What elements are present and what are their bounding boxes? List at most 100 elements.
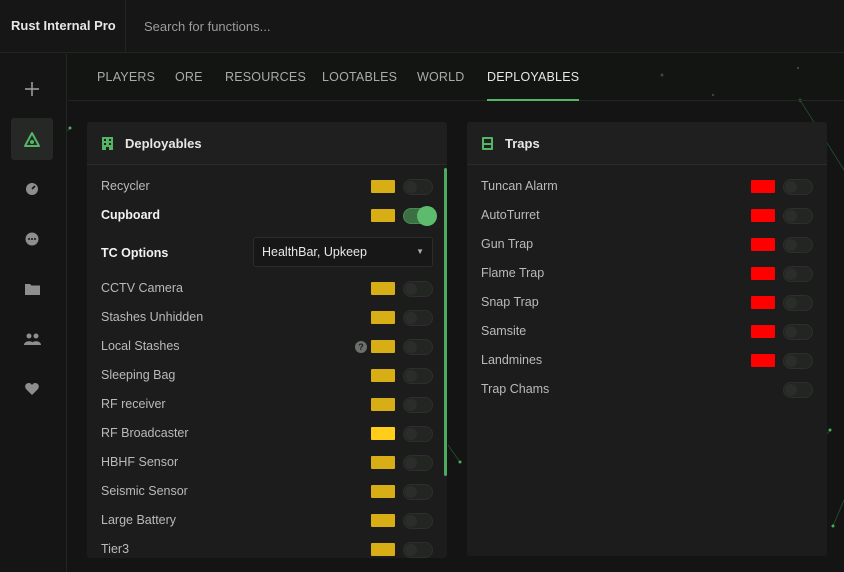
toggle-switch[interactable]	[403, 426, 433, 442]
option-label: RF Broadcaster	[101, 426, 189, 440]
tab-ore[interactable]: ORE	[175, 54, 203, 101]
toggle-knob	[785, 326, 797, 338]
toggle-switch[interactable]	[783, 324, 813, 340]
color-swatch[interactable]	[371, 456, 395, 469]
toggle-switch[interactable]	[783, 295, 813, 311]
sidebar-item-misc[interactable]	[11, 168, 53, 210]
option-label: Recycler	[101, 179, 150, 193]
toggle-switch[interactable]	[783, 208, 813, 224]
tab-lootables[interactable]: LOOTABLES	[322, 54, 397, 101]
sidebar-item-favorites[interactable]	[11, 368, 53, 410]
toggle-knob	[405, 544, 417, 556]
color-swatch[interactable]	[371, 180, 395, 193]
sidebar-item-configs[interactable]	[11, 268, 53, 310]
option-label: Stashes Unhidden	[101, 310, 204, 324]
toggle-knob	[785, 210, 797, 222]
sidebar-item-chat[interactable]	[11, 218, 53, 260]
toggle-switch[interactable]	[403, 310, 433, 326]
option-row-seismic-sensor: Seismic Sensor	[87, 477, 447, 506]
sidebar-item-aimbot[interactable]	[11, 68, 53, 110]
tab-world[interactable]: WORLD	[417, 54, 465, 101]
option-label: Gun Trap	[481, 237, 534, 251]
toggle-switch[interactable]	[403, 455, 433, 471]
color-swatch[interactable]	[751, 209, 775, 222]
search-input[interactable]	[126, 0, 646, 53]
tab-resources[interactable]: RESOURCES	[225, 54, 306, 101]
option-row-local-stashes: Local Stashes ?	[87, 332, 447, 361]
toggle-switch[interactable]	[403, 513, 433, 529]
toggle-switch[interactable]	[403, 484, 433, 500]
toggle-switch[interactable]	[783, 353, 813, 369]
category-tabs: PLAYERS ORE RESOURCES LOOTABLES WORLD DE…	[68, 54, 844, 101]
option-label: Large Battery	[101, 513, 177, 527]
toggle-switch[interactable]	[403, 281, 433, 297]
heart-icon	[25, 383, 39, 395]
option-row-recycler: Recycler	[87, 172, 447, 201]
toggle-knob	[785, 239, 797, 251]
color-swatch[interactable]	[371, 282, 395, 295]
color-swatch[interactable]	[371, 209, 395, 222]
color-swatch[interactable]	[751, 267, 775, 280]
option-row-cupboard: Cupboard	[87, 201, 447, 230]
toggle-knob	[785, 297, 797, 309]
toggle-switch[interactable]	[403, 206, 437, 226]
tab-players[interactable]: PLAYERS	[97, 54, 155, 101]
tc-options-dropdown[interactable]: HealthBar, Upkeep ▼	[253, 237, 433, 267]
option-label: Seismic Sensor	[101, 484, 188, 498]
color-swatch[interactable]	[371, 427, 395, 440]
chat-dots-icon	[25, 232, 39, 246]
building-icon	[102, 137, 113, 150]
sidebar-item-visuals[interactable]	[11, 118, 53, 160]
option-label: Tuncan Alarm	[481, 179, 558, 193]
tab-deployables[interactable]: DEPLOYABLES	[487, 54, 580, 101]
color-swatch[interactable]	[751, 180, 775, 193]
help-icon[interactable]: ?	[355, 341, 367, 353]
toggle-knob	[785, 355, 797, 367]
option-label: Landmines	[481, 353, 543, 367]
toggle-switch[interactable]	[403, 368, 433, 384]
color-swatch[interactable]	[751, 296, 775, 309]
color-swatch[interactable]	[371, 311, 395, 324]
option-label: Samsite	[481, 324, 527, 338]
sidebar-item-players[interactable]	[11, 318, 53, 360]
deployables-panel-header: Deployables	[87, 122, 447, 165]
toggle-switch[interactable]	[783, 266, 813, 282]
crosshair-icon	[25, 82, 39, 96]
option-label: Trap Chams	[481, 382, 550, 396]
color-swatch[interactable]	[751, 238, 775, 251]
color-swatch[interactable]	[751, 354, 775, 367]
color-swatch[interactable]	[371, 485, 395, 498]
color-swatch[interactable]	[751, 325, 775, 338]
deployables-scrollbar[interactable]	[444, 168, 447, 476]
eye-triangle-icon	[24, 131, 40, 147]
option-label: AutoTurret	[481, 208, 540, 222]
option-row-tc-options: TC Options HealthBar, Upkeep ▼	[87, 235, 447, 271]
toggle-switch[interactable]	[403, 397, 433, 413]
toggle-knob	[785, 268, 797, 280]
toggle-knob	[785, 384, 797, 396]
toggle-switch[interactable]	[783, 179, 813, 195]
toggle-switch[interactable]	[783, 382, 813, 398]
toggle-switch[interactable]	[783, 237, 813, 253]
deployables-panel-title: Deployables	[125, 136, 202, 151]
color-swatch[interactable]	[371, 340, 395, 353]
sidebar	[0, 54, 67, 572]
toggle-knob	[405, 457, 417, 469]
option-row-rf-receiver: RF receiver	[87, 390, 447, 419]
color-swatch[interactable]	[371, 398, 395, 411]
tc-options-value: HealthBar, Upkeep	[262, 245, 367, 259]
toggle-switch[interactable]	[403, 179, 433, 195]
top-bar: Rust Internal Pro	[0, 0, 844, 53]
toggle-switch[interactable]	[403, 542, 433, 558]
color-swatch[interactable]	[371, 514, 395, 527]
option-row-trap-chams: Trap Chams	[467, 375, 827, 404]
toggle-knob	[405, 370, 417, 382]
option-row-hbhf-sensor: HBHF Sensor	[87, 448, 447, 477]
toggle-knob	[405, 486, 417, 498]
toggle-knob	[405, 399, 417, 411]
color-swatch[interactable]	[371, 543, 395, 556]
color-swatch[interactable]	[371, 369, 395, 382]
toggle-switch[interactable]	[403, 339, 433, 355]
option-label: Sleeping Bag	[101, 368, 176, 382]
option-label: Flame Trap	[481, 266, 545, 280]
